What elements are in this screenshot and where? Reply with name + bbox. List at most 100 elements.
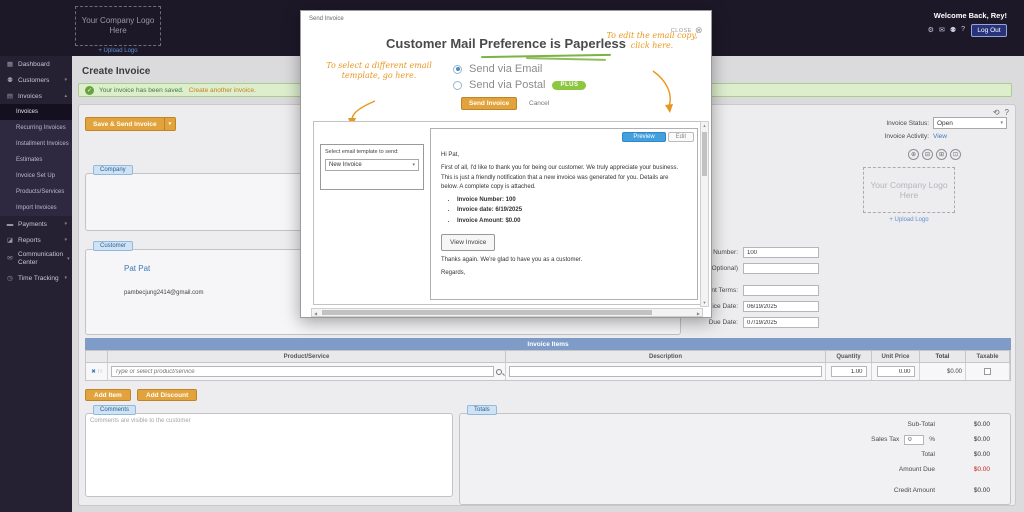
drag-handle-icon[interactable]: ∷ — [98, 368, 102, 375]
subtotal-label: Sub-Total — [908, 421, 935, 428]
percent-suffix: % — [929, 436, 935, 443]
product-service-input[interactable] — [111, 366, 494, 377]
globe-icon[interactable]: ⊕ — [908, 149, 919, 160]
send-via-postal-option[interactable]: Send via Postal PLUS — [453, 79, 586, 91]
chevron-down-icon[interactable]: ▾ — [164, 118, 176, 130]
invoice-status-select[interactable]: Open ▾ — [933, 117, 1007, 129]
description-input[interactable] — [509, 366, 822, 377]
logo-placeholder-text: Your Company Logo Here — [78, 16, 158, 35]
sales-tax-value: $0.00 — [940, 436, 990, 443]
sidebar-item-reports[interactable]: ◪ Reports ▾ — [0, 232, 72, 248]
create-another-invoice-link[interactable]: Create another invoice. — [189, 87, 256, 94]
sidebar-item-customers[interactable]: ⚉ Customers ▾ — [0, 72, 72, 88]
sales-tax-input[interactable] — [904, 435, 924, 445]
scroll-right-arrow[interactable]: ▶ — [697, 311, 700, 316]
sidebar-subitem-estimates[interactable]: Estimates — [0, 152, 72, 168]
company-logo-placeholder[interactable]: Your Company Logo Here — [75, 6, 161, 46]
email-paragraph: First of all, I'd like to thank you for … — [441, 164, 683, 192]
sidebar-subitem-installment-invoices[interactable]: Installment Invoices — [0, 136, 72, 152]
sidebar-item-invoices[interactable]: ▤ Invoices ▴ — [0, 88, 72, 104]
customers-icon: ⚉ — [6, 76, 14, 84]
modal-horizontal-scrollbar[interactable]: ◀ ▶ — [311, 308, 703, 317]
edit-button[interactable]: Edit — [668, 132, 694, 142]
form-upload-logo-link[interactable]: + Upload Logo — [863, 217, 955, 223]
template-select[interactable]: New Invoice ▾ — [325, 159, 419, 171]
printer-icon[interactable]: ⊟ — [922, 149, 933, 160]
invoice-status-label: Invoice Status: — [886, 120, 929, 127]
row-total-value: $0.00 — [947, 369, 962, 375]
horizontal-scroll-thumb[interactable] — [322, 310, 652, 315]
amount-due-label: Amount Due — [899, 466, 935, 473]
chevron-down-icon: ▾ — [64, 77, 67, 83]
items-table-header: Product/Service Description Quantity Uni… — [85, 350, 1011, 363]
taxable-checkbox[interactable] — [984, 368, 991, 375]
reports-icon: ◪ — [6, 236, 14, 244]
gear-icon[interactable]: ⚙ — [928, 26, 934, 34]
scroll-left-arrow[interactable]: ◀ — [314, 311, 317, 316]
save-send-invoice-button[interactable]: Save & Send Invoice ▾ — [85, 117, 176, 131]
payment-terms-input[interactable] — [743, 285, 819, 296]
credit-amount-row: Credit Amount $0.00 — [460, 483, 1010, 498]
column-unit-price: Unit Price — [872, 351, 920, 362]
due-date-input[interactable] — [743, 317, 819, 328]
quantity-input[interactable] — [831, 366, 867, 377]
page-title: Create Invoice — [82, 66, 150, 77]
sidebar-subitem-invoices[interactable]: Invoices — [0, 104, 72, 120]
sidebar-subitem-import-invoices[interactable]: Import Invoices — [0, 200, 72, 216]
modal-vertical-scrollbar[interactable]: ▲ ▼ — [700, 121, 709, 307]
user-icon[interactable]: ⚉ — [950, 26, 956, 34]
copy-icon[interactable]: ⊞ — [936, 149, 947, 160]
scroll-up-arrow[interactable]: ▲ — [701, 123, 708, 128]
modal-send-invoice-button[interactable]: Send Invoice — [461, 97, 517, 110]
add-discount-button[interactable]: Add Discount — [137, 389, 197, 401]
email-bullet: Invoice Number: 100 — [457, 196, 683, 205]
radio-unselected-icon[interactable] — [453, 81, 462, 90]
modal-content-area: Select email template to send: New Invoi… — [313, 121, 703, 305]
modal-cancel-link[interactable]: Cancel — [529, 100, 549, 107]
chevron-up-icon: ▴ — [64, 93, 67, 99]
undo-icon[interactable]: ⟲ — [993, 108, 1000, 117]
modal-window-title: Send Invoice — [309, 16, 344, 22]
success-text: Your invoice has been saved. — [99, 87, 184, 94]
invoice-date-input[interactable] — [743, 301, 819, 312]
form-logo-placeholder[interactable]: Your Company Logo Here — [863, 167, 955, 213]
vertical-scroll-thumb[interactable] — [702, 132, 707, 176]
help-icon[interactable]: ? — [961, 26, 965, 34]
upload-logo-link[interactable]: + Upload Logo — [75, 48, 161, 54]
sales-tax-row: Sales Tax % $0.00 — [460, 432, 1010, 447]
sidebar-item-dashboard[interactable]: ▦ Dashboard — [0, 56, 72, 72]
radio-selected-icon[interactable] — [453, 65, 462, 74]
remove-row-icon[interactable]: ✖ — [91, 369, 96, 375]
view-invoice-button[interactable]: View Invoice — [441, 234, 495, 251]
help-icon[interactable]: ? — [1005, 108, 1009, 117]
sidebar-item-payments[interactable]: ▬ Payments ▾ — [0, 216, 72, 232]
add-item-button[interactable]: Add Item — [85, 389, 131, 401]
credit-amount-label: Credit Amount — [894, 487, 935, 494]
logout-button[interactable]: Log Out — [971, 24, 1007, 37]
scroll-down-arrow[interactable]: ▼ — [701, 300, 708, 305]
payments-icon: ▬ — [6, 221, 14, 228]
check-icon: ✓ — [85, 86, 94, 95]
unit-price-input[interactable] — [877, 366, 915, 377]
sidebar-item-communication-center[interactable]: ✉ Communication Center ▾ — [0, 248, 72, 270]
customer-name-link[interactable]: Pat Pat — [124, 264, 150, 273]
credit-amount-value: $0.00 — [940, 487, 990, 494]
column-taxable: Taxable — [966, 351, 1010, 362]
panel-icons: ⟲ ? — [993, 108, 1009, 117]
invoice-activity-view-link[interactable]: View — [933, 133, 1007, 140]
invoice-status-value: Open — [937, 120, 953, 127]
search-icon[interactable] — [496, 369, 502, 375]
column-product-service: Product/Service — [108, 351, 506, 362]
sidebar-item-time-tracking[interactable]: ◷ Time Tracking ▾ — [0, 270, 72, 286]
po-number-input[interactable] — [743, 263, 819, 274]
invoices-submenu: Invoices Recurring Invoices Installment … — [0, 104, 72, 216]
sidebar-subitem-invoice-set-up[interactable]: Invoice Set Up — [0, 168, 72, 184]
display-icon[interactable]: ⊡ — [950, 149, 961, 160]
sidebar-subitem-recurring-invoices[interactable]: Recurring Invoices — [0, 120, 72, 136]
preview-button[interactable]: Preview — [622, 132, 665, 142]
comments-textarea[interactable]: Comments are visible to the customer — [85, 413, 453, 497]
mail-icon[interactable]: ✉ — [939, 26, 945, 34]
invoice-number-input[interactable] — [743, 247, 819, 258]
send-via-email-option[interactable]: Send via Email — [453, 63, 542, 75]
sidebar-subitem-products-services[interactable]: Products/Services — [0, 184, 72, 200]
